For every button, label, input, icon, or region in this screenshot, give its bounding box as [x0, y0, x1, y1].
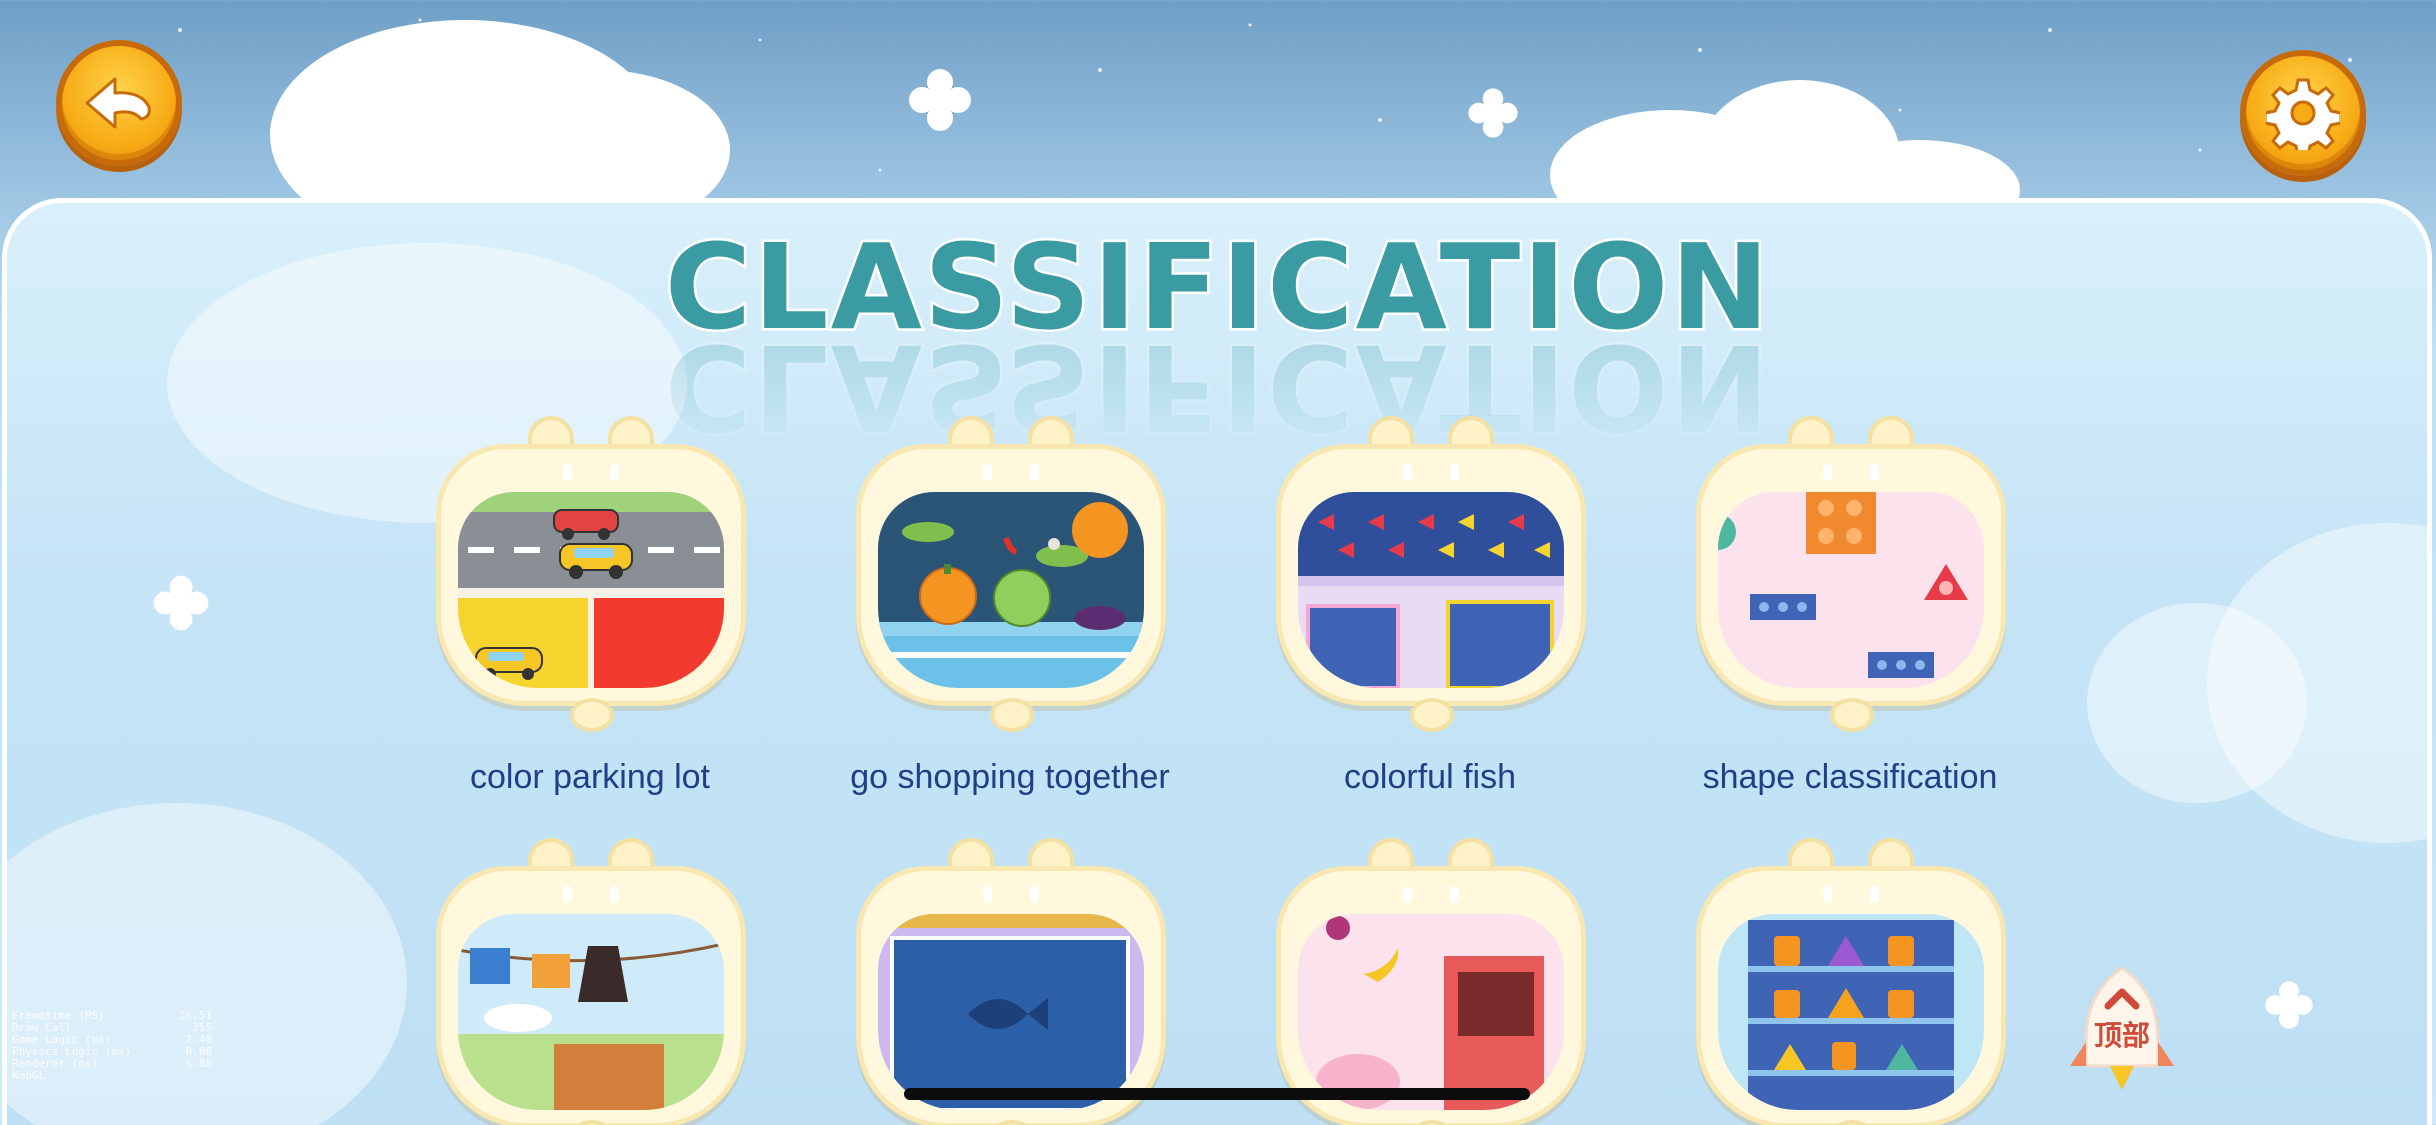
- sparkle-icon: [1468, 88, 1518, 138]
- game-card-shape-classification[interactable]: [1696, 416, 2006, 746]
- game-card-color-parking-lot[interactable]: [436, 416, 746, 746]
- game-card-colorful-fish[interactable]: [1276, 416, 1586, 746]
- card-eye: [610, 464, 619, 481]
- page-title-reflection: CLASSIFICATION: [662, 316, 1773, 459]
- game-label[interactable]: color parking lot: [380, 758, 800, 797]
- card-eye: [983, 886, 992, 903]
- card-eye: [1403, 886, 1412, 903]
- back-to-top-button[interactable]: 顶部: [2066, 962, 2178, 1094]
- game-card-fruits[interactable]: [1276, 838, 1586, 1125]
- game-label[interactable]: colorful fish: [1220, 758, 1640, 797]
- settings-button[interactable]: [2240, 50, 2366, 176]
- scene-shelves: [1718, 914, 1984, 1110]
- scene-parking-lot: [458, 492, 724, 688]
- back-button[interactable]: [56, 40, 182, 166]
- back-arrow-icon: [85, 77, 151, 129]
- sparkle-icon: [153, 575, 209, 631]
- sparkle-icon: [909, 69, 971, 131]
- card-eye: [563, 464, 572, 481]
- card-eye: [1870, 464, 1879, 481]
- card-tab: [990, 698, 1034, 732]
- game-label[interactable]: go shopping together: [800, 758, 1220, 797]
- scene-fruits: [1298, 914, 1564, 1110]
- game-label[interactable]: shape classification: [1640, 758, 2060, 797]
- scene-shapes: [1718, 492, 1984, 688]
- scene-vegetables: [878, 492, 1144, 688]
- background-cloud: [2087, 603, 2307, 803]
- card-eye: [1450, 886, 1459, 903]
- game-card-go-shopping-together[interactable]: [856, 416, 1166, 746]
- back-to-top-label: 顶部: [2093, 1019, 2150, 1052]
- card-eye: [1823, 886, 1832, 903]
- game-card-fish-bowl[interactable]: [856, 838, 1166, 1125]
- game-card-shelves[interactable]: [1696, 838, 2006, 1125]
- card-eye: [563, 886, 572, 903]
- card-eye: [1403, 464, 1412, 481]
- card-eye: [1450, 464, 1459, 481]
- scene-fish-bowl: [878, 914, 1144, 1110]
- debug-stats-overlay: Frametime (MS) 16.51 Draw Call 355 Game Lo…: [12, 1010, 212, 1082]
- card-eye: [1870, 886, 1879, 903]
- debug-row: WebGL: [12, 1069, 46, 1082]
- card-eye: [1030, 886, 1039, 903]
- card-eye: [1030, 464, 1039, 481]
- gear-icon: [2266, 78, 2340, 150]
- card-tab: [1830, 698, 1874, 732]
- card-tab: [570, 698, 614, 732]
- card-tab: [1410, 698, 1454, 732]
- card-eye: [610, 886, 619, 903]
- card-eye: [983, 464, 992, 481]
- sparkle-icon: [2265, 981, 2313, 1029]
- scene-fish-tanks: [1298, 492, 1564, 688]
- card-eye: [1823, 464, 1832, 481]
- home-indicator[interactable]: [904, 1088, 1530, 1100]
- game-card-clothes-sorting[interactable]: [436, 838, 746, 1125]
- scene-clothes-line: [458, 914, 724, 1110]
